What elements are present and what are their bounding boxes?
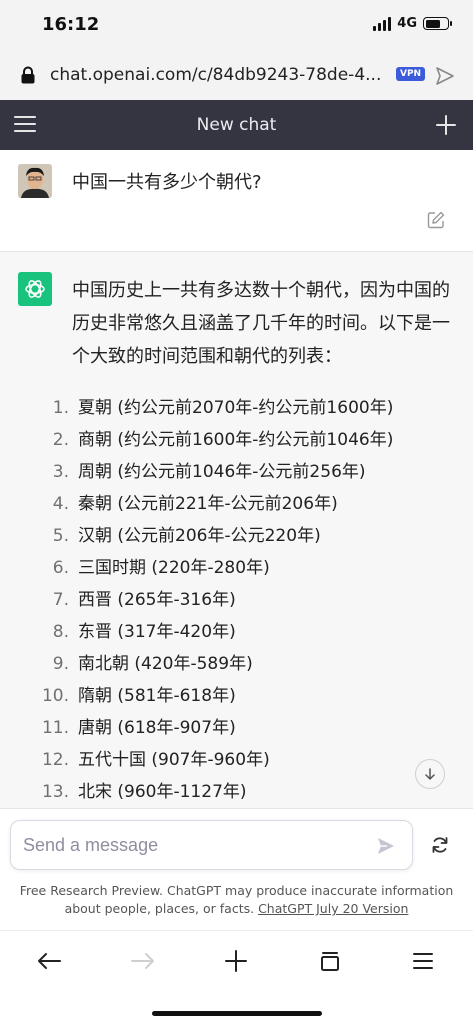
list-item-text: 东晋 (317年-420年) [78, 622, 236, 642]
browser-menu-button[interactable] [409, 947, 437, 975]
regenerate-icon[interactable] [430, 835, 450, 855]
list-item-text: 秦朝 (公元前221年-公元前206年) [78, 494, 338, 514]
list-item-text: 三国时期 (220年-280年) [78, 558, 270, 578]
list-item: 4. 秦朝 (公元前221年-公元前206年) [0, 488, 473, 520]
forward-button[interactable] [129, 947, 157, 975]
network-type: 4G [397, 16, 417, 31]
vpn-badge: VPN [396, 67, 426, 81]
user-message: 中国一共有多少个朝代? [0, 150, 473, 252]
message-input[interactable] [23, 821, 363, 869]
openai-logo-icon [18, 272, 52, 306]
list-item-number: 12. [41, 750, 69, 770]
lock-icon [21, 66, 35, 84]
dynasty-list: 1. 夏朝 (约公元前2070年-约公元前1600年) 2. 商朝 (约公元前1600… [0, 392, 473, 808]
list-item-text: 北宋 (960年-1127年) [78, 782, 247, 802]
forward-icon [131, 953, 154, 969]
list-item: 8. 东晋 (317年-420年) [0, 616, 473, 648]
list-item: 1. 夏朝 (约公元前2070年-约公元前1600年) [0, 392, 473, 424]
scroll-down-button[interactable] [415, 759, 445, 789]
new-tab-icon [225, 950, 247, 972]
page-title: New chat [196, 115, 277, 135]
status-time: 16:12 [42, 14, 100, 35]
browser-url-bar: chat.openai.com/c/84db9243-78de-4... VPN [0, 52, 473, 100]
back-icon [38, 953, 61, 969]
list-item: 7. 西晋 (265年-316年) [0, 584, 473, 616]
tabs-icon [321, 952, 339, 971]
list-item: 13. 北宋 (960年-1127年) [0, 776, 473, 808]
browser-menu-icon [413, 953, 433, 969]
battery-icon [423, 17, 452, 30]
list-item-text: 唐朝 (618年-907年) [78, 718, 236, 738]
list-item-text: 夏朝 (约公元前2070年-约公元前1600年) [78, 398, 394, 418]
plus-icon[interactable] [435, 114, 457, 136]
list-item-number: 2. [52, 430, 69, 450]
list-item: 9. 南北朝 (420年-589年) [0, 648, 473, 680]
status-indicators: 4G [373, 16, 452, 31]
list-item: 5. 汉朝 (公元前206年-公元220年) [0, 520, 473, 552]
url-text[interactable]: chat.openai.com/c/84db9243-78de-4... [50, 65, 381, 85]
browser-bottom-nav [0, 930, 473, 1024]
assistant-intro-text: 中国历史上一共有多达数十个朝代，因为中国的历史非常悠久且涵盖了几千年的时间。以下… [72, 280, 450, 367]
list-item-text: 周朝 (约公元前1046年-公元前256年) [78, 462, 366, 482]
list-item-text: 隋朝 (581年-618年) [78, 686, 236, 706]
list-item-text: 五代十国 (907年-960年) [78, 750, 270, 770]
list-item-text: 西晋 (265年-316年) [78, 590, 236, 610]
status-bar: 16:12 4G [0, 0, 473, 52]
list-item-text: 南北朝 (420年-589年) [78, 654, 253, 674]
edit-icon[interactable] [427, 211, 445, 229]
user-message-text: 中国一共有多少个朝代? [72, 172, 262, 193]
list-item-number: 8. [52, 622, 69, 642]
list-item-number: 4. [52, 494, 69, 514]
version-link[interactable]: ChatGPT July 20 Version [258, 901, 408, 916]
chat-header: New chat [0, 100, 473, 150]
message-input-box [10, 820, 413, 870]
list-item-number: 6. [52, 558, 69, 578]
avatar [18, 164, 52, 198]
list-item-number: 1. [52, 398, 69, 418]
list-item-number: 7. [52, 590, 69, 610]
signal-icon [373, 16, 392, 31]
list-item: 12. 五代十国 (907年-960年) [0, 744, 473, 776]
send-url-icon[interactable] [434, 65, 456, 87]
list-item-number: 3. [52, 462, 69, 482]
list-item-number: 5. [52, 526, 69, 546]
arrow-down-icon [425, 768, 435, 780]
list-item-number: 9. [52, 654, 69, 674]
composer-area: Free Research Preview. ChatGPT may produ… [0, 808, 473, 930]
list-item: 6. 三国时期 (220年-280年) [0, 552, 473, 584]
list-item-number: 13. [41, 782, 69, 802]
new-tab-button[interactable] [222, 947, 250, 975]
list-item-number: 11. [41, 718, 69, 738]
home-indicator [152, 1011, 322, 1016]
list-item-text: 汉朝 (公元前206年-公元220年) [78, 526, 321, 546]
list-item: 10. 隋朝 (581年-618年) [0, 680, 473, 712]
tabs-button[interactable] [316, 947, 344, 975]
assistant-message: 中国历史上一共有多达数十个朝代，因为中国的历史非常悠久且涵盖了几千年的时间。以下… [0, 252, 473, 808]
list-item: 11. 唐朝 (618年-907年) [0, 712, 473, 744]
back-button[interactable] [35, 947, 63, 975]
list-item-number: 10. [41, 686, 69, 706]
list-item: 3. 周朝 (约公元前1046年-公元前256年) [0, 456, 473, 488]
send-icon[interactable] [376, 836, 396, 856]
list-item-text: 商朝 (约公元前1600年-约公元前1046年) [78, 430, 394, 450]
list-item: 2. 商朝 (约公元前1600年-约公元前1046年) [0, 424, 473, 456]
disclaimer: Free Research Preview. ChatGPT may produ… [0, 882, 473, 918]
